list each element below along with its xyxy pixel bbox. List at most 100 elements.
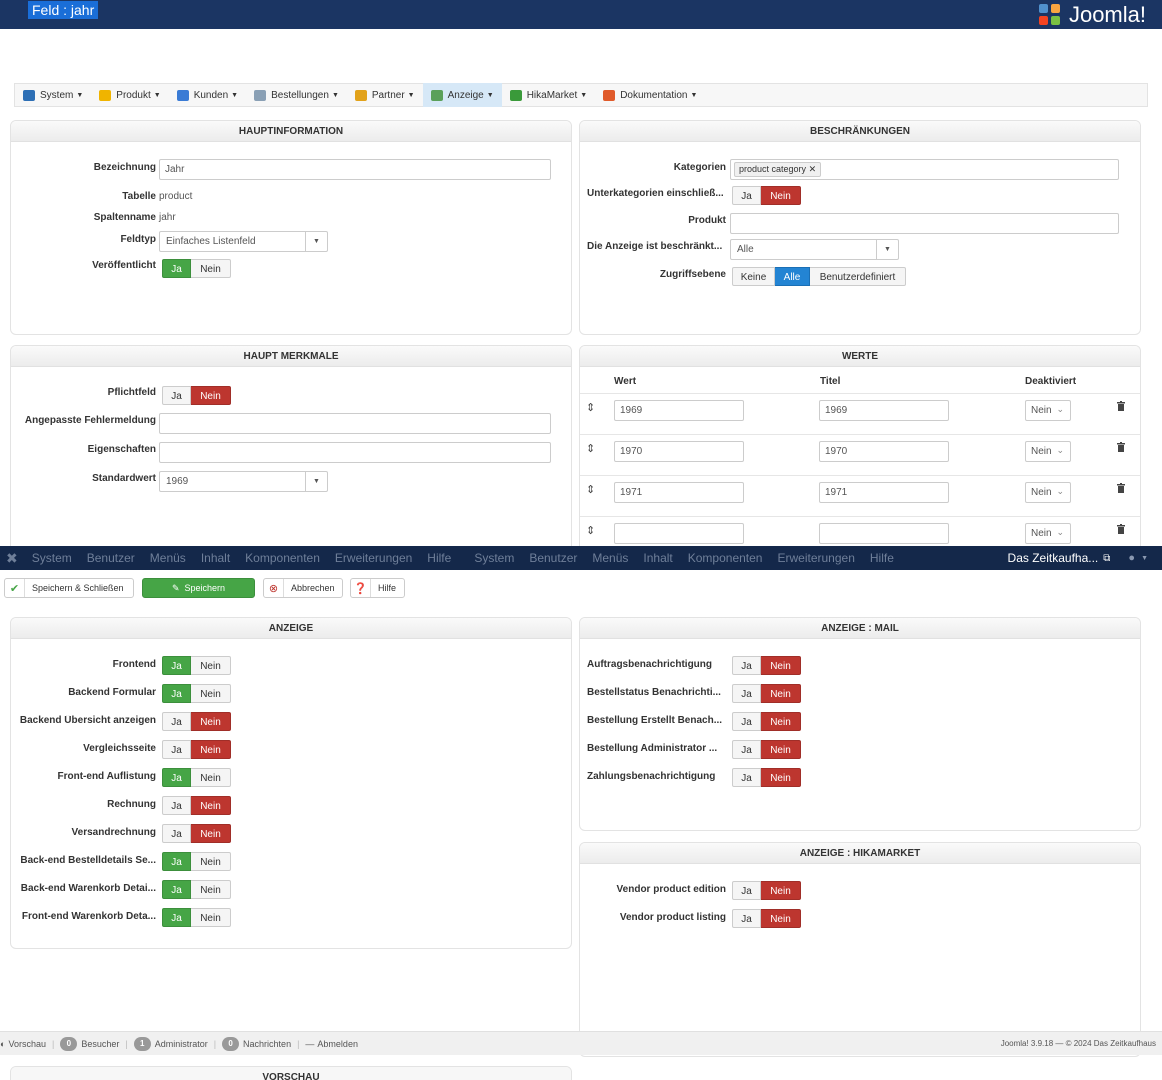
keine-option[interactable]: Keine: [732, 267, 775, 286]
hika-menu-kunden[interactable]: Kunden ▼: [169, 83, 246, 107]
nein-option[interactable]: Nein: [191, 768, 231, 787]
ja-option[interactable]: Ja: [162, 259, 191, 278]
deaktiviert-select[interactable]: Nein ⌄: [1025, 400, 1071, 421]
nein-option[interactable]: Nein: [761, 712, 801, 731]
kategorien-input[interactable]: product category ✕: [730, 159, 1119, 180]
ja-option[interactable]: Ja: [732, 881, 761, 900]
ja-option[interactable]: Ja: [732, 768, 761, 787]
nachrichten-link[interactable]: 0 Nachrichten: [222, 1036, 291, 1051]
titel-input[interactable]: 1970: [819, 441, 949, 462]
ja-option[interactable]: Ja: [732, 909, 761, 928]
ja-option[interactable]: Ja: [162, 386, 191, 405]
nein-option[interactable]: Nein: [191, 796, 231, 815]
deaktiviert-select[interactable]: Nein ⌄: [1025, 441, 1071, 462]
nein-option[interactable]: Nein: [761, 768, 801, 787]
ja-option[interactable]: Ja: [162, 656, 191, 675]
fehlermeldung-input[interactable]: [159, 413, 551, 434]
ja-option[interactable]: Ja: [162, 768, 191, 787]
drag-handle-icon[interactable]: ⇕: [586, 401, 595, 414]
nein-option[interactable]: Nein: [761, 909, 801, 928]
wert-input[interactable]: [614, 523, 744, 544]
ja-option[interactable]: Ja: [162, 824, 191, 843]
trash-icon[interactable]: [1117, 442, 1125, 452]
titel-input[interactable]: [819, 523, 949, 544]
anzeige-beschraenkt-select[interactable]: Alle ▼: [730, 239, 899, 260]
nein-option[interactable]: Nein: [191, 740, 231, 759]
benutzerdefiniert-option[interactable]: Benutzerdefiniert: [810, 267, 906, 286]
feldtyp-select[interactable]: Einfaches Listenfeld ▼: [159, 231, 328, 252]
admin-menu-inhalt[interactable]: Inhalt: [201, 551, 230, 565]
drag-handle-icon[interactable]: ⇕: [586, 442, 595, 455]
deaktiviert-select[interactable]: Nein ⌄: [1025, 523, 1071, 544]
remove-tag-icon[interactable]: ✕: [809, 164, 817, 174]
nein-option[interactable]: Nein: [761, 656, 801, 675]
anzeige-toggle[interactable]: Ja Nein: [162, 740, 231, 759]
anzeige-toggle[interactable]: Ja Nein: [162, 852, 231, 871]
ja-option[interactable]: Ja: [162, 740, 191, 759]
anzeige-toggle[interactable]: Ja Nein: [162, 908, 231, 927]
anzeige-toggle[interactable]: Ja Nein: [162, 684, 231, 703]
wert-input[interactable]: 1970: [614, 441, 744, 462]
admin-menu-hilfe[interactable]: Hilfe: [427, 551, 451, 565]
eigenschaften-input[interactable]: [159, 442, 551, 463]
wert-input[interactable]: 1971: [614, 482, 744, 503]
trash-icon[interactable]: [1117, 524, 1125, 534]
trash-icon[interactable]: [1117, 483, 1125, 493]
user-icon[interactable]: ●: [1128, 552, 1135, 564]
nein-option[interactable]: Nein: [191, 908, 231, 927]
ja-option[interactable]: Ja: [732, 740, 761, 759]
save-button[interactable]: ✎ Speichern: [142, 578, 255, 598]
nein-option[interactable]: Nein: [191, 712, 231, 731]
trash-icon[interactable]: [1117, 401, 1125, 411]
admin-menu-komponenten[interactable]: Komponenten: [245, 551, 320, 565]
nein-option[interactable]: Nein: [761, 881, 801, 900]
ja-option[interactable]: Ja: [162, 684, 191, 703]
zugriffsebene-toggle[interactable]: Keine Alle Benutzerdefiniert: [732, 267, 906, 286]
admin-menu-menüs[interactable]: Menüs: [150, 551, 186, 565]
nein-option[interactable]: Nein: [191, 852, 231, 871]
nein-option[interactable]: Nein: [761, 684, 801, 703]
drag-handle-icon[interactable]: ⇕: [586, 483, 595, 496]
joomla-icon[interactable]: ✖: [6, 550, 18, 567]
ja-option[interactable]: Ja: [732, 186, 761, 205]
admin-menu-erweiterungen[interactable]: Erweiterungen: [335, 551, 412, 565]
unterkategorien-toggle[interactable]: Ja Nein: [732, 186, 801, 205]
nein-option[interactable]: Nein: [191, 684, 231, 703]
anzeige-mail-toggle[interactable]: Ja Nein: [732, 740, 801, 759]
standardwert-select[interactable]: 1969 ▼: [159, 471, 328, 492]
admin-menu-menüs[interactable]: Menüs: [592, 551, 628, 565]
ja-option[interactable]: Ja: [162, 880, 191, 899]
anzeige-toggle[interactable]: Ja Nein: [162, 656, 231, 675]
titel-input[interactable]: 1969: [819, 400, 949, 421]
admin-menu-system[interactable]: System: [474, 551, 514, 565]
nein-option[interactable]: Nein: [191, 656, 231, 675]
veroeffentlicht-toggle[interactable]: Ja Nein: [162, 259, 231, 278]
hika-menu-system[interactable]: System ▼: [15, 83, 91, 107]
hika-menu-produkt[interactable]: Produkt ▼: [91, 83, 168, 107]
help-button[interactable]: ❓ Hilfe: [350, 578, 405, 598]
anzeige-mail-toggle[interactable]: Ja Nein: [732, 768, 801, 787]
anzeige-mail-toggle[interactable]: Ja Nein: [732, 712, 801, 731]
hika-menu-bestellungen[interactable]: Bestellungen ▼: [246, 83, 347, 107]
ja-option[interactable]: Ja: [162, 796, 191, 815]
vorschau-link[interactable]: ◐ Vorschau: [0, 1039, 46, 1049]
anzeige-toggle[interactable]: Ja Nein: [162, 796, 231, 815]
ja-option[interactable]: Ja: [162, 712, 191, 731]
nein-option[interactable]: Nein: [191, 386, 231, 405]
admin-menu-inhalt[interactable]: Inhalt: [643, 551, 672, 565]
produkt-input[interactable]: [730, 213, 1119, 234]
admin-menu-system[interactable]: System: [32, 551, 72, 565]
anzeige-toggle[interactable]: Ja Nein: [162, 768, 231, 787]
nein-option[interactable]: Nein: [191, 824, 231, 843]
nein-option[interactable]: Nein: [191, 880, 231, 899]
nein-option[interactable]: Nein: [761, 740, 801, 759]
ja-option[interactable]: Ja: [732, 684, 761, 703]
admin-menu-benutzer[interactable]: Benutzer: [529, 551, 577, 565]
hika-menu-dokumentation[interactable]: Dokumentation ▼: [595, 83, 705, 107]
site-name-link[interactable]: Das Zeitkaufha...: [1008, 551, 1099, 565]
hika-menu-hikamarket[interactable]: HikaMarket ▼: [502, 83, 596, 107]
nein-option[interactable]: Nein: [761, 186, 801, 205]
caret-down-icon[interactable]: ▼: [1141, 555, 1148, 562]
cancel-button[interactable]: ⊗ Abbrechen: [263, 578, 343, 598]
anzeige-hikamarket-toggle[interactable]: Ja Nein: [732, 909, 801, 928]
